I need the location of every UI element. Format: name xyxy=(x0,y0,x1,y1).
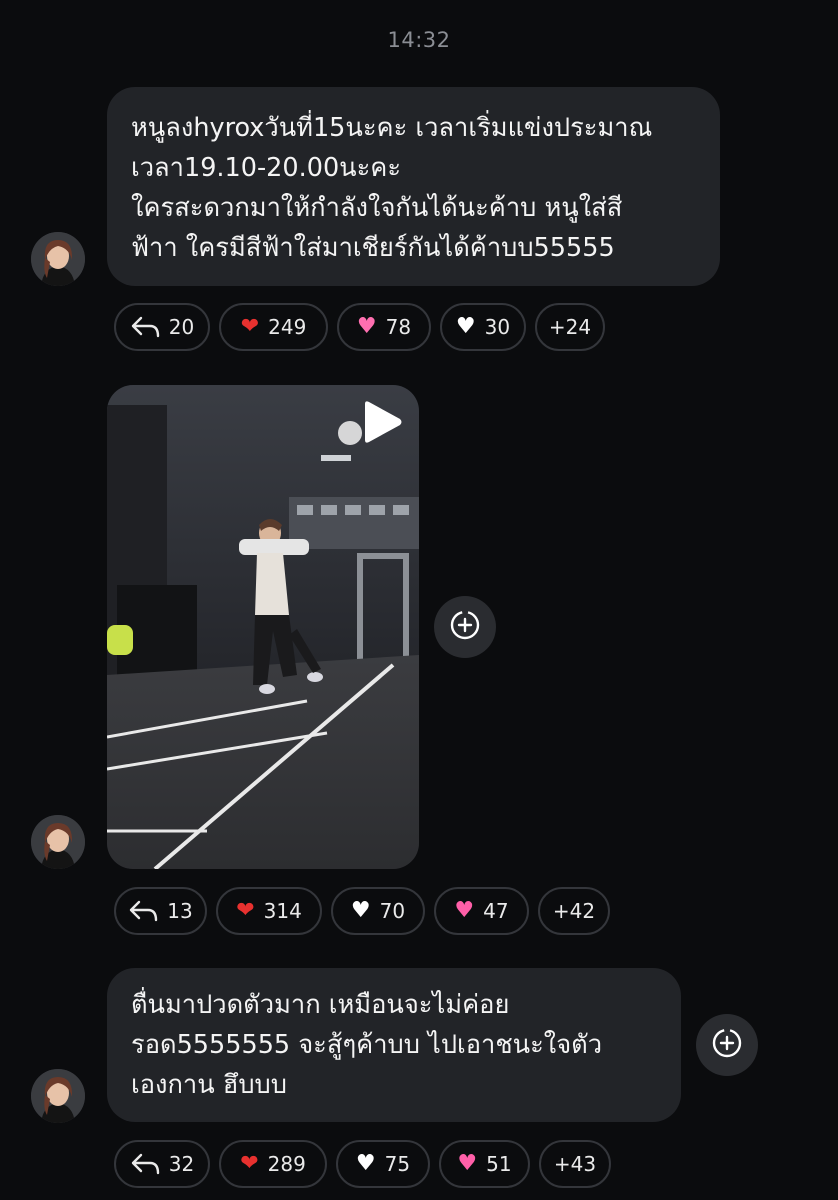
reaction-bar: 32 ❤ 289 ♥ 75 ♥ 51 +43 xyxy=(114,1140,611,1188)
reaction-red-heart[interactable]: ❤ 314 xyxy=(216,887,322,935)
add-reaction-icon xyxy=(449,609,481,645)
reaction-count: 30 xyxy=(484,315,511,339)
sparkling-heart-icon: ♥ xyxy=(457,1151,478,1176)
reply-icon xyxy=(130,316,160,338)
more-reactions-button[interactable]: +42 xyxy=(538,887,610,935)
add-reaction-button[interactable] xyxy=(434,596,496,658)
avatar[interactable] xyxy=(31,232,85,286)
reaction-sparkling-heart[interactable]: ♥ 51 xyxy=(439,1140,530,1188)
more-reactions-button[interactable]: +24 xyxy=(535,303,605,351)
reply-button[interactable]: 20 xyxy=(114,303,210,351)
reaction-count: 249 xyxy=(268,315,307,339)
white-heart-icon: ♥ xyxy=(350,898,371,923)
white-heart-icon: ♥ xyxy=(455,314,476,339)
add-reaction-button[interactable] xyxy=(696,1014,758,1076)
message-bubble[interactable]: หนูลงhyroxวันที่15นะคะ เวลาเริ่มแข่งประม… xyxy=(107,87,720,286)
reaction-count: 75 xyxy=(384,1152,411,1176)
reaction-white-heart[interactable]: ♥ 75 xyxy=(336,1140,430,1188)
reaction-count: 314 xyxy=(263,899,302,923)
reaction-white-heart[interactable]: ♥ 70 xyxy=(331,887,425,935)
reaction-count: 70 xyxy=(379,899,406,923)
reaction-bar: 20 ❤ 249 ♥ 78 ♥ 30 +24 xyxy=(114,303,605,351)
reaction-count: 78 xyxy=(385,315,412,339)
avatar[interactable] xyxy=(31,815,85,869)
reaction-count: 289 xyxy=(267,1152,306,1176)
message-bubble[interactable]: ตื่นมาปวดตัวมาก เหมือนจะไม่ค่อย รอด55555… xyxy=(107,968,681,1122)
reaction-count: 51 xyxy=(486,1152,512,1176)
reply-icon xyxy=(130,1153,160,1175)
pink-heart-icon: ♥ xyxy=(356,314,377,339)
reaction-white-heart[interactable]: ♥ 30 xyxy=(440,303,526,351)
play-icon[interactable] xyxy=(361,400,403,444)
reaction-sparkling-heart[interactable]: ♥ 47 xyxy=(434,887,529,935)
avatar[interactable] xyxy=(31,1069,85,1123)
reply-count: 13 xyxy=(167,899,193,923)
reaction-count: 47 xyxy=(483,899,509,923)
white-heart-icon: ♥ xyxy=(355,1151,376,1176)
more-reactions-button[interactable]: +43 xyxy=(539,1140,611,1188)
reaction-bar: 13 ❤ 314 ♥ 70 ♥ 47 +42 xyxy=(114,887,610,935)
red-heart-icon: ❤ xyxy=(240,314,260,339)
red-heart-icon: ❤ xyxy=(240,1151,259,1176)
red-heart-icon: ❤ xyxy=(236,898,255,923)
reaction-red-heart[interactable]: ❤ 249 xyxy=(219,303,328,351)
reply-button[interactable]: 32 xyxy=(114,1140,210,1188)
reaction-red-heart[interactable]: ❤ 289 xyxy=(219,1140,327,1188)
reaction-pink-heart[interactable]: ♥ 78 xyxy=(337,303,431,351)
reply-count: 20 xyxy=(168,315,195,339)
video-thumbnail[interactable] xyxy=(107,385,419,869)
sparkling-heart-icon: ♥ xyxy=(454,898,475,923)
add-reaction-icon xyxy=(711,1027,743,1063)
reply-count: 32 xyxy=(168,1152,195,1176)
timestamp: 14:32 xyxy=(387,28,451,52)
reply-icon xyxy=(128,900,158,922)
reply-button[interactable]: 13 xyxy=(114,887,207,935)
